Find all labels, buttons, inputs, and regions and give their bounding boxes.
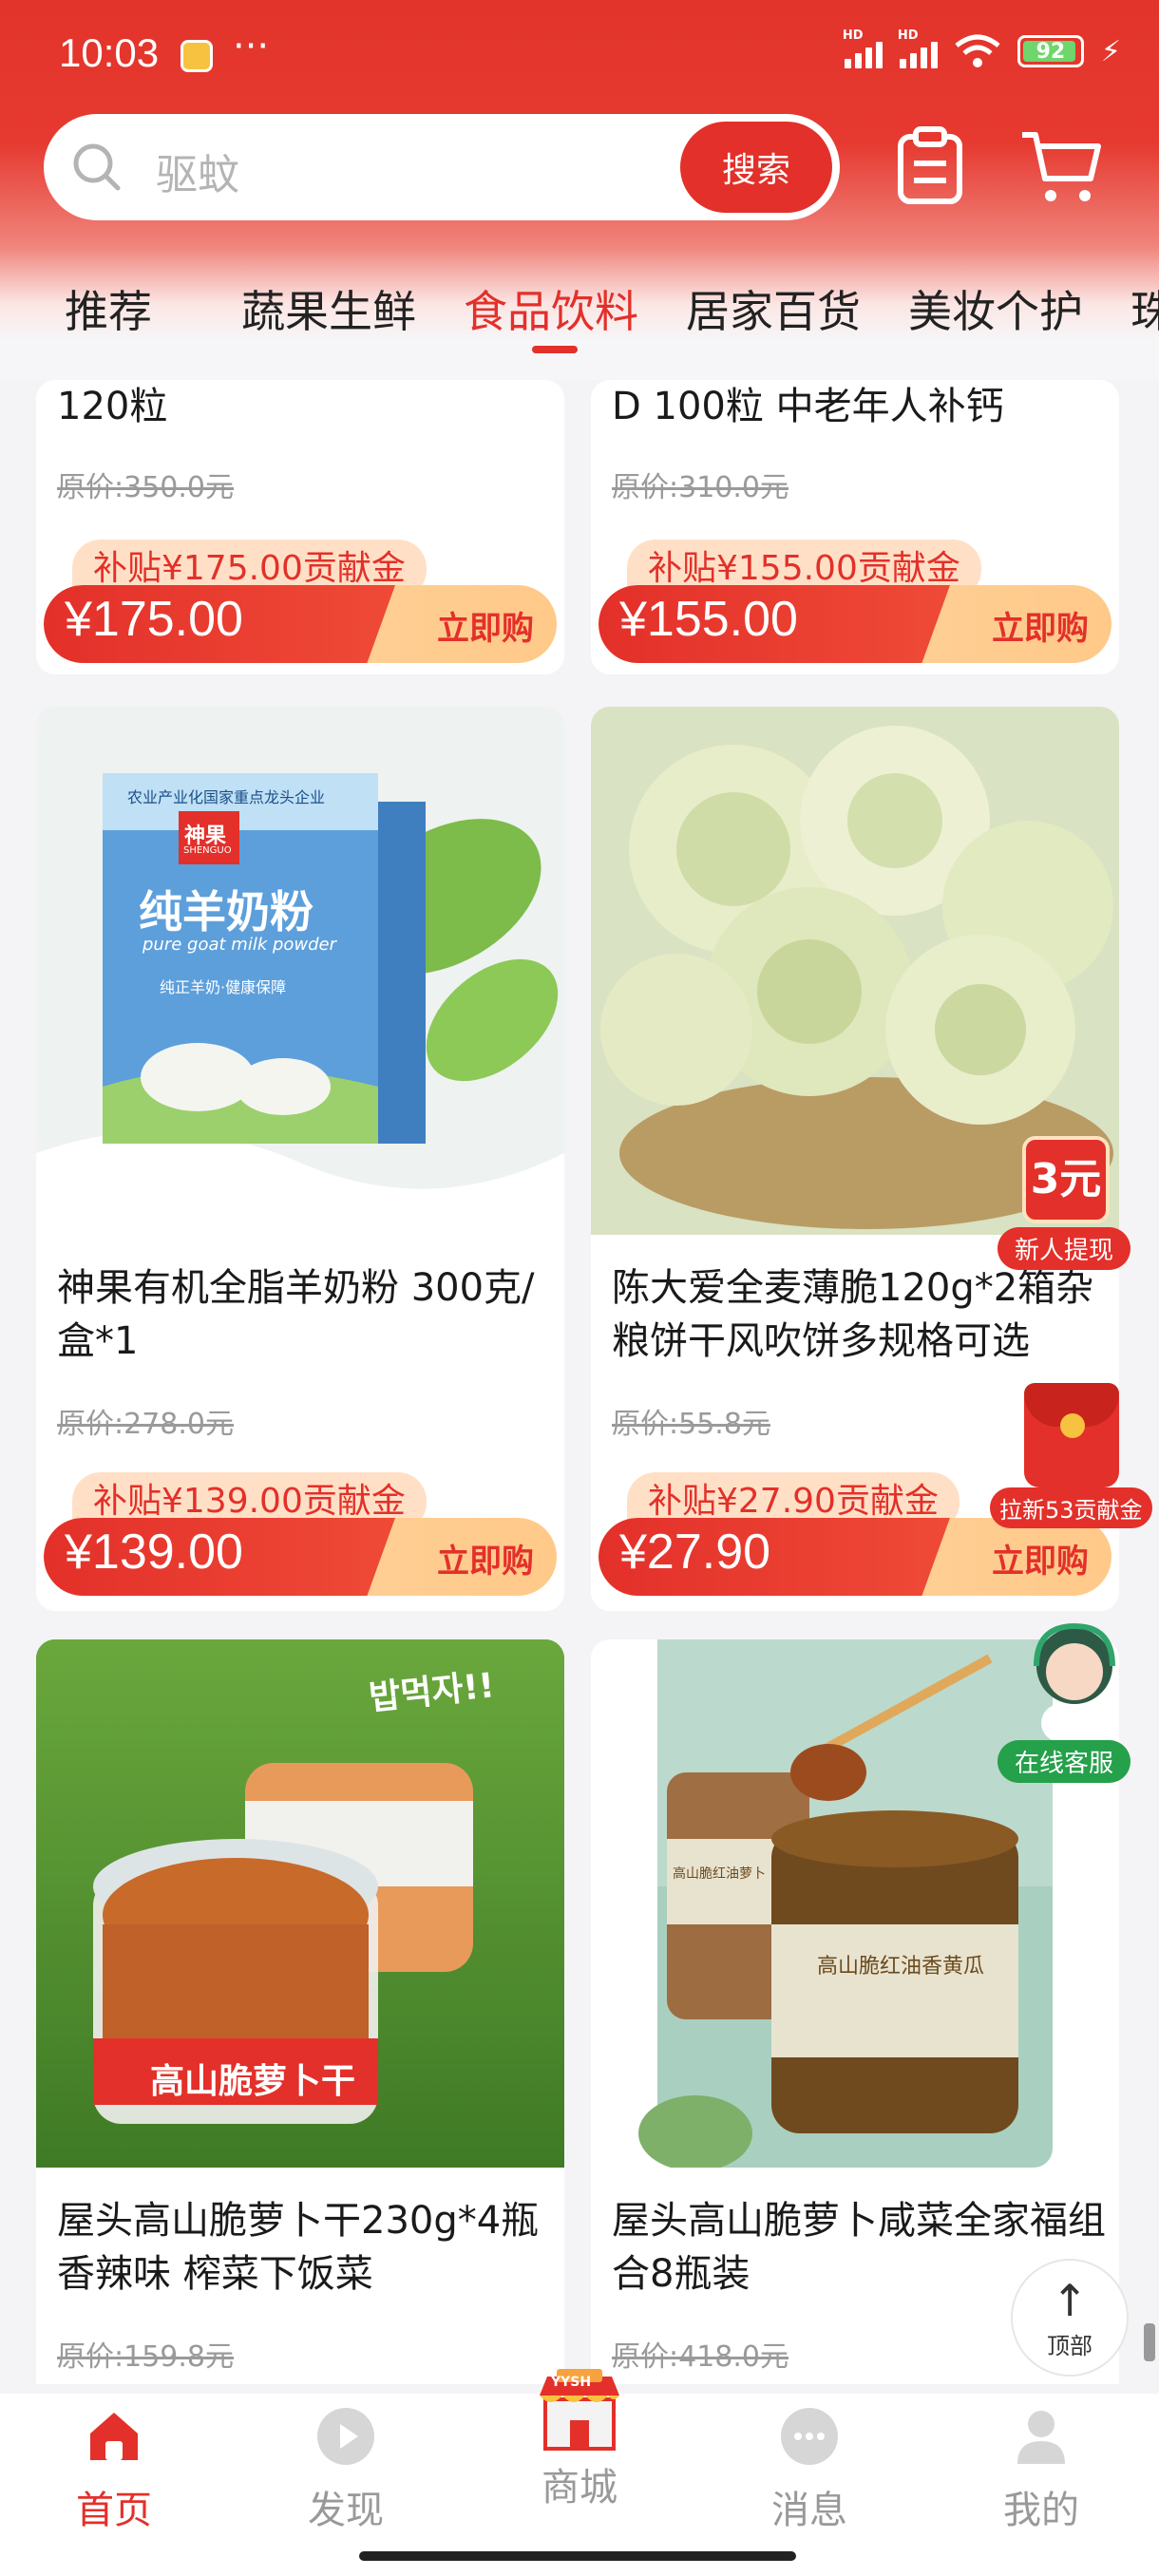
back-to-top-button[interactable]: ↑ 顶部	[1011, 2259, 1129, 2377]
product-title: D 100粒 中老年人补钙	[612, 385, 1004, 428]
original-price: 原价:55.8元	[612, 1408, 770, 1441]
product-title: 神果有机全脂羊奶粉 300克/盒*1	[57, 1266, 535, 1363]
active-tab-indicator	[532, 346, 578, 353]
product-card[interactable]: 120粒 原价:350.0元 补贴¥175.00贡献金 ¥175.00 立即购	[36, 380, 564, 674]
invite-reward-widget[interactable]: 拉新53贡献金	[990, 1383, 1153, 1528]
orders-clipboard-icon[interactable]	[887, 123, 973, 209]
home-indicator	[359, 2551, 796, 2561]
buy-now-label: 立即购	[992, 610, 1089, 648]
signal-2-icon: HD	[898, 28, 938, 68]
home-icon	[90, 2413, 138, 2460]
nav-home[interactable]: 首页	[28, 2394, 200, 2534]
buy-now-label: 立即购	[992, 1543, 1089, 1581]
cart-icon[interactable]	[1018, 123, 1104, 209]
product-card[interactable]: 밥먹자!! 高山脆萝卜干 屋头高山脆萝卜干230g*4瓶香辣味 榨菜下饭菜 原价…	[36, 1639, 564, 2384]
status-time: 10:03	[59, 30, 160, 75]
wifi-icon	[955, 34, 1000, 67]
scrollbar[interactable]	[1144, 2323, 1155, 2361]
battery-icon: 92	[1016, 35, 1084, 67]
search-bar[interactable]: 驱蚊 搜索	[44, 114, 840, 220]
image-jar-text: 高山脆萝卜干	[150, 2062, 356, 2101]
tab-jewelry[interactable]: 珠	[1130, 277, 1159, 340]
product-feed: 120粒 原价:350.0元 补贴¥175.00贡献金 ¥175.00 立即购 …	[0, 380, 1159, 2384]
battery-level: 92	[1036, 39, 1066, 64]
price-bar: 补贴¥139.00贡献金 ¥139.00 立即购	[44, 1472, 557, 1605]
cash-envelope-icon: 3元	[1022, 1136, 1110, 1223]
nav-profile[interactable]: 我的	[956, 2394, 1127, 2534]
original-price: 原价:159.8元	[57, 2340, 234, 2374]
buy-now-button[interactable]: ¥139.00 立即购	[44, 1518, 557, 1596]
mall-badge: YYSH	[551, 2375, 592, 2390]
category-tabs: 推荐 蔬果生鲜 食品饮料 居家百货 美妆个护 珠	[0, 277, 1159, 353]
tab-home-goods[interactable]: 居家百货	[686, 277, 861, 340]
price-bar: 补贴¥175.00贡献金 ¥175.00 立即购	[44, 540, 557, 672]
dried-radish-image: 밥먹자!! 高山脆萝卜干	[36, 1639, 564, 2168]
original-price: 原价:418.0元	[612, 2340, 788, 2374]
nav-profile-label: 我的	[1003, 2489, 1079, 2532]
more-notifications-icon: ···	[233, 25, 270, 68]
goat-milk-powder-image: 农业产业化国家重点龙头企业 神果 SHENGUO 纯羊奶粉 pure goat …	[36, 707, 564, 1235]
user-icon	[1017, 2411, 1065, 2464]
buy-now-button[interactable]: ¥27.90 立即购	[598, 1518, 1112, 1596]
image-band-text: 农业产业化国家重点龙头企业	[127, 788, 326, 806]
online-service-widget[interactable]: 在线客服	[994, 1619, 1155, 1790]
tab-beauty[interactable]: 美妆个护	[908, 277, 1083, 340]
price-bar: 补贴¥155.00贡献金 ¥155.00 立即购	[598, 540, 1112, 672]
tab-fresh-produce[interactable]: 蔬果生鲜	[241, 277, 416, 340]
online-service-label: 在线客服	[998, 1740, 1131, 1783]
buy-now-label: 立即购	[437, 610, 534, 648]
product-card[interactable]: 农业产业化国家重点龙头企业 神果 SHENGUO 纯羊奶粉 pure goat …	[36, 707, 564, 1611]
new-user-cashout-widget[interactable]: 3元 新人提现	[994, 1136, 1136, 1270]
price: ¥139.00	[65, 1525, 243, 1580]
new-user-amount: 3元	[1030, 1155, 1102, 1203]
nav-home-label: 首页	[76, 2489, 152, 2532]
product-title: 120粒	[57, 385, 168, 428]
tab-food-drinks[interactable]: 食品饮料	[464, 277, 638, 340]
buy-now-button[interactable]: ¥175.00 立即购	[44, 585, 557, 663]
tab-recommend[interactable]: 推荐	[65, 277, 152, 340]
image-product-name: 纯羊奶粉	[139, 886, 314, 938]
nav-discover[interactable]: 发现	[260, 2394, 431, 2534]
invite-reward-label: 拉新53贡献金	[990, 1487, 1152, 1528]
price: ¥27.90	[619, 1525, 771, 1580]
search-icon	[73, 143, 121, 191]
image-jar2-text: 高山脆红油香黄瓜	[817, 1955, 985, 1979]
nav-mall[interactable]: YYSH 商城	[494, 2369, 665, 2511]
search-button[interactable]: 搜索	[680, 122, 832, 213]
arrow-up-icon: ↑	[1051, 2275, 1089, 2326]
product-title: 屋头高山脆萝卜干230g*4瓶香辣味 榨菜下饭菜	[57, 2199, 540, 2296]
red-envelope-icon	[1024, 1383, 1119, 1487]
signal-1-icon: HD	[843, 28, 883, 68]
image-jar1-text: 高山脆红油萝卜	[673, 1866, 766, 1882]
status-bar: 10:03 ··· HD HD 92 ⚡	[0, 0, 1159, 114]
nav-discover-label: 发现	[308, 2489, 384, 2532]
notification-icon	[180, 40, 213, 72]
original-price: 原价:350.0元	[57, 471, 234, 504]
price: ¥175.00	[65, 592, 243, 647]
customer-service-avatar-icon	[1034, 1622, 1115, 1742]
nav-messages[interactable]: 消息	[724, 2394, 895, 2534]
charging-icon: ⚡	[1100, 34, 1121, 68]
price: ¥155.00	[619, 592, 798, 647]
buy-now-label: 立即购	[437, 1543, 534, 1581]
bottom-nav: 首页 发现 YYSH 商城 消息 我的	[0, 2369, 1159, 2576]
nav-mall-label: 商城	[542, 2466, 618, 2510]
chat-icon	[781, 2408, 838, 2465]
buy-now-button[interactable]: ¥155.00 立即购	[598, 585, 1112, 663]
image-product-name-en: pure goat milk powder	[142, 935, 337, 955]
image-brand-en: SHENGUO	[183, 845, 232, 856]
image-tagline: 纯正羊奶·健康保障	[160, 978, 287, 996]
play-icon	[317, 2408, 374, 2465]
search-input[interactable]: 驱蚊	[156, 141, 239, 201]
product-card[interactable]: D 100粒 中老年人补钙 原价:310.0元 补贴¥155.00贡献金 ¥15…	[591, 380, 1119, 674]
original-price: 原价:310.0元	[612, 471, 788, 504]
new-user-label: 新人提现	[998, 1227, 1131, 1270]
product-title: 陈大爱全麦薄脆120g*2箱杂粮饼干风吹饼多规格可选	[612, 1266, 1094, 1363]
original-price: 原价:278.0元	[57, 1408, 234, 1441]
back-to-top-label: 顶部	[1047, 2333, 1092, 2359]
nav-messages-label: 消息	[771, 2489, 847, 2532]
